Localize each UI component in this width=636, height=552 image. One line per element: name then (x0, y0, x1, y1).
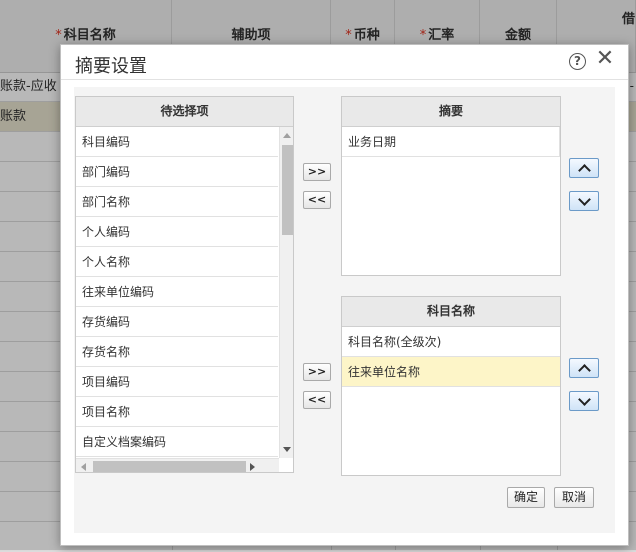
remove-from-subject-button[interactable]: << (303, 391, 331, 409)
summary-move-up-button[interactable] (569, 158, 599, 178)
list-item[interactable]: 往来单位编码 (76, 277, 278, 307)
summary-panel: 摘要 业务日期 (341, 96, 561, 276)
horizontal-scrollbar[interactable] (76, 458, 279, 472)
chevron-up-icon (578, 364, 591, 377)
remove-from-summary-button[interactable]: << (303, 191, 331, 209)
list-item[interactable]: 自定义档案编码 (76, 427, 278, 457)
scroll-left-icon[interactable] (81, 463, 86, 471)
title-divider (61, 79, 628, 80)
subject-move-up-button[interactable] (569, 358, 599, 378)
help-icon[interactable]: ? (569, 53, 586, 70)
chevron-down-icon (578, 193, 591, 206)
summary-list-item[interactable]: 业务日期 (342, 127, 560, 157)
summary-header: 摘要 (342, 97, 560, 127)
move-to-subject-button[interactable]: >> (303, 363, 331, 381)
available-items-panel: 待选择项 科目编码 部门编码 部门名称 个人编码 个人名称 往来单位编码 存货编… (75, 96, 294, 473)
move-to-summary-button[interactable]: >> (303, 163, 331, 181)
subject-name-panel: 科目名称 科目名称(全级次) 往来单位名称 (341, 296, 561, 476)
horizontal-scroll-thumb[interactable] (93, 461, 246, 472)
list-item[interactable]: 个人名称 (76, 247, 278, 277)
list-item[interactable]: 项目编码 (76, 367, 278, 397)
list-item[interactable]: 个人编码 (76, 217, 278, 247)
cancel-button[interactable]: 取消 (554, 487, 594, 508)
subject-list-item[interactable]: 科目名称(全级次) (342, 327, 560, 357)
close-icon[interactable]: ✕ (594, 48, 616, 70)
dialog-title: 摘要设置 (75, 56, 147, 77)
list-item[interactable]: 科目编码 (76, 127, 278, 157)
dialog-body: 待选择项 科目编码 部门编码 部门名称 个人编码 个人名称 往来单位编码 存货编… (74, 87, 615, 533)
summary-settings-dialog: 摘要设置 ? ✕ 待选择项 科目编码 部门编码 部门名称 个人编码 个人名称 往… (60, 44, 629, 546)
available-items-list: 科目编码 部门编码 部门名称 个人编码 个人名称 往来单位编码 存货编码 存货名… (76, 127, 278, 457)
summary-move-down-button[interactable] (569, 191, 599, 211)
list-item[interactable]: 项目名称 (76, 397, 278, 427)
chevron-down-icon (578, 393, 591, 406)
chevron-up-icon (578, 164, 591, 177)
confirm-button[interactable]: 确定 (507, 487, 545, 508)
subject-list-item-selected[interactable]: 往来单位名称 (342, 357, 560, 387)
vertical-scrollbar[interactable] (279, 127, 293, 458)
list-item[interactable]: 存货编码 (76, 307, 278, 337)
vertical-scroll-thumb[interactable] (282, 145, 293, 235)
available-items-header: 待选择项 (76, 97, 293, 127)
scroll-right-icon[interactable] (250, 463, 255, 471)
subject-name-header: 科目名称 (342, 297, 560, 327)
scroll-up-icon[interactable] (283, 133, 291, 138)
list-item[interactable]: 部门编码 (76, 157, 278, 187)
subject-move-down-button[interactable] (569, 391, 599, 411)
list-item[interactable]: 部门名称 (76, 187, 278, 217)
scroll-down-icon[interactable] (283, 447, 291, 452)
list-item[interactable]: 存货名称 (76, 337, 278, 367)
